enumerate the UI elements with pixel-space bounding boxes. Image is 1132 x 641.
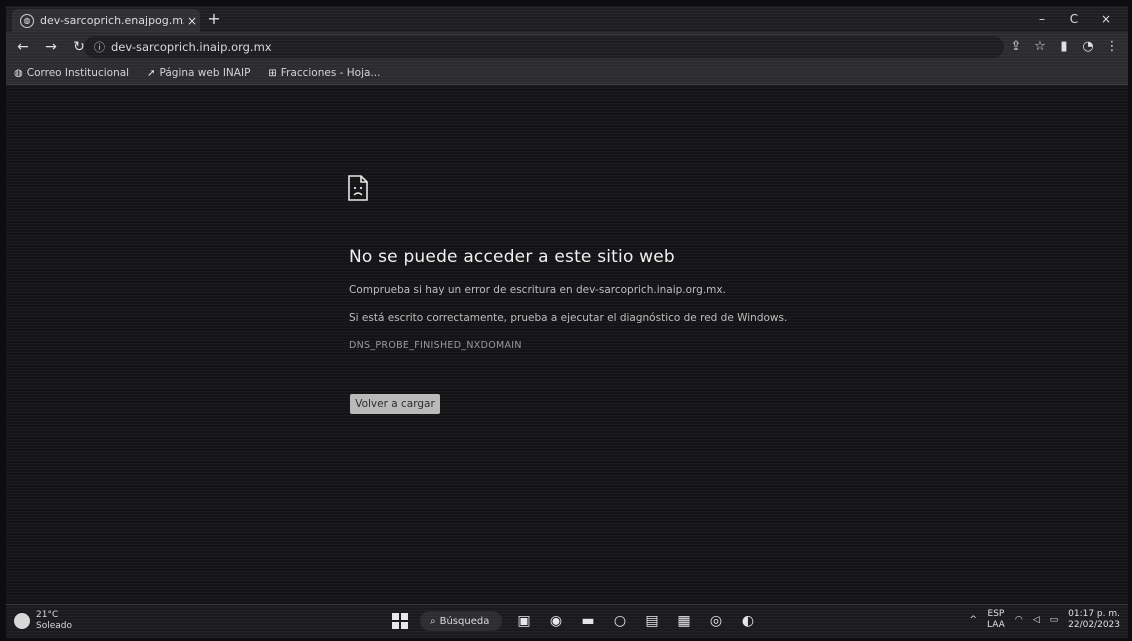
taskbar-apps: ⌕ Búsqueda ▣ ◉ ▬ ○ ▤ ▦ ◎ ◐ (392, 611, 758, 631)
minimize-button[interactable]: – (1026, 8, 1058, 30)
tab-strip: ◍ dev-sarcoprich.enajpog.mx × + – C × (6, 6, 1128, 32)
reload-button[interactable]: Volver a cargar (350, 394, 440, 414)
star-icon[interactable]: ☆ (1030, 37, 1050, 57)
notes-icon[interactable]: ▤ (642, 611, 662, 631)
edge-icon[interactable]: ◐ (738, 611, 758, 631)
error-suggestion: Si está escrito correctamente, prueba a … (349, 312, 788, 324)
clock-date: 22/02/2023 (1068, 620, 1120, 630)
search-label: Búsqueda (439, 615, 490, 627)
weather-widget[interactable]: 21°C Soleado (14, 610, 72, 632)
close-window-button[interactable]: × (1090, 8, 1122, 30)
profile-icon[interactable]: ◔ (1078, 37, 1098, 57)
bookmark-label: Página web INAIP (159, 67, 251, 79)
taskbar-search[interactable]: ⌕ Búsqueda (420, 611, 502, 631)
search-icon: ⌕ (430, 615, 436, 627)
chat-icon[interactable]: ◉ (546, 611, 566, 631)
share-icon[interactable]: ⇪ (1006, 37, 1026, 57)
bookmark-item[interactable]: ◍ Correo Institucional (14, 67, 129, 79)
tab-title: dev-sarcoprich.enajpog.mx (40, 14, 184, 27)
menu-icon[interactable]: ⋮ (1102, 37, 1122, 57)
bookmarks-bar: ◍ Correo Institucional ➚ Página web INAI… (6, 62, 1128, 85)
sidepanel-icon[interactable]: ▮ (1054, 37, 1074, 57)
weather-desc: Soleado (36, 621, 72, 631)
close-tab-icon[interactable]: × (184, 14, 200, 28)
chrome-icon[interactable]: ◎ (706, 611, 726, 631)
wifi-icon[interactable]: ◠ (1015, 615, 1023, 625)
window-controls: – C × (1026, 8, 1122, 30)
bookmark-item[interactable]: ➚ Página web INAIP (147, 67, 250, 79)
windows-start-icon[interactable] (392, 613, 408, 629)
toolbar-icons: ⇪ ☆ ▮ ◔ ⋮ (1006, 37, 1122, 57)
page-content: No se puede acceder a este sitio web Com… (6, 85, 1128, 604)
new-tab-button[interactable]: + (205, 10, 223, 28)
sun-icon (14, 613, 30, 629)
restore-button[interactable]: C (1058, 8, 1090, 30)
broken-file-icon (348, 175, 368, 201)
word-icon[interactable]: ▦ (674, 611, 694, 631)
grid-icon: ⊞ (268, 67, 277, 79)
system-tray: ^ ESP LAA ◠ ◁ ▭ 01:17 p. m. 22/02/2023 (969, 609, 1120, 631)
forward-icon[interactable]: → (40, 39, 62, 55)
globe-icon: ◍ (14, 67, 23, 79)
lang-region: LAA (987, 620, 1005, 630)
arrow-icon: ➚ (147, 67, 156, 79)
bookmark-label: Correo Institucional (26, 67, 130, 79)
browser-tab[interactable]: ◍ dev-sarcoprich.enajpog.mx × (12, 9, 200, 32)
battery-icon[interactable]: ▭ (1050, 615, 1059, 625)
clock-time: 01:17 p. m. (1068, 609, 1120, 619)
language-indicator[interactable]: ESP LAA (987, 609, 1005, 631)
clock[interactable]: 01:17 p. m. 22/02/2023 (1068, 609, 1120, 631)
speaker-icon[interactable]: ◁ (1033, 615, 1040, 625)
error-code: DNS_PROBE_FINISHED_NXDOMAIN (349, 340, 522, 351)
weather-temp: 21°C (36, 610, 59, 620)
error-hint: Comprueba si hay un error de escritura e… (349, 284, 726, 296)
url-text: dev-sarcoprich.inaip.org.mx (111, 40, 272, 54)
cortana-icon[interactable]: ○ (610, 611, 630, 631)
folder-icon[interactable]: ▬ (578, 611, 598, 631)
taskbar: 21°C Soleado ⌕ Búsqueda ▣ ◉ ▬ ○ ▤ ▦ ◎ ◐ … (6, 604, 1128, 638)
screen: ◍ dev-sarcoprich.enajpog.mx × + – C × ← … (6, 6, 1128, 638)
task-view-icon[interactable]: ▣ (514, 611, 534, 631)
error-title: No se puede acceder a este sitio web (349, 247, 675, 267)
browser-toolbar: ← → ↻ ⓘ dev-sarcoprich.inaip.org.mx ⇪ ☆ … (6, 32, 1128, 62)
bookmark-label: Fracciones - Hoja... (280, 67, 381, 79)
chevron-up-icon[interactable]: ^ (969, 615, 977, 625)
lang-code: ESP (987, 609, 1005, 619)
back-icon[interactable]: ← (12, 39, 34, 55)
globe-icon: ◍ (20, 13, 34, 28)
site-info-icon[interactable]: ⓘ (94, 39, 105, 55)
bookmark-item[interactable]: ⊞ Fracciones - Hoja... (268, 67, 380, 79)
address-bar[interactable]: ⓘ dev-sarcoprich.inaip.org.mx (84, 36, 1004, 58)
